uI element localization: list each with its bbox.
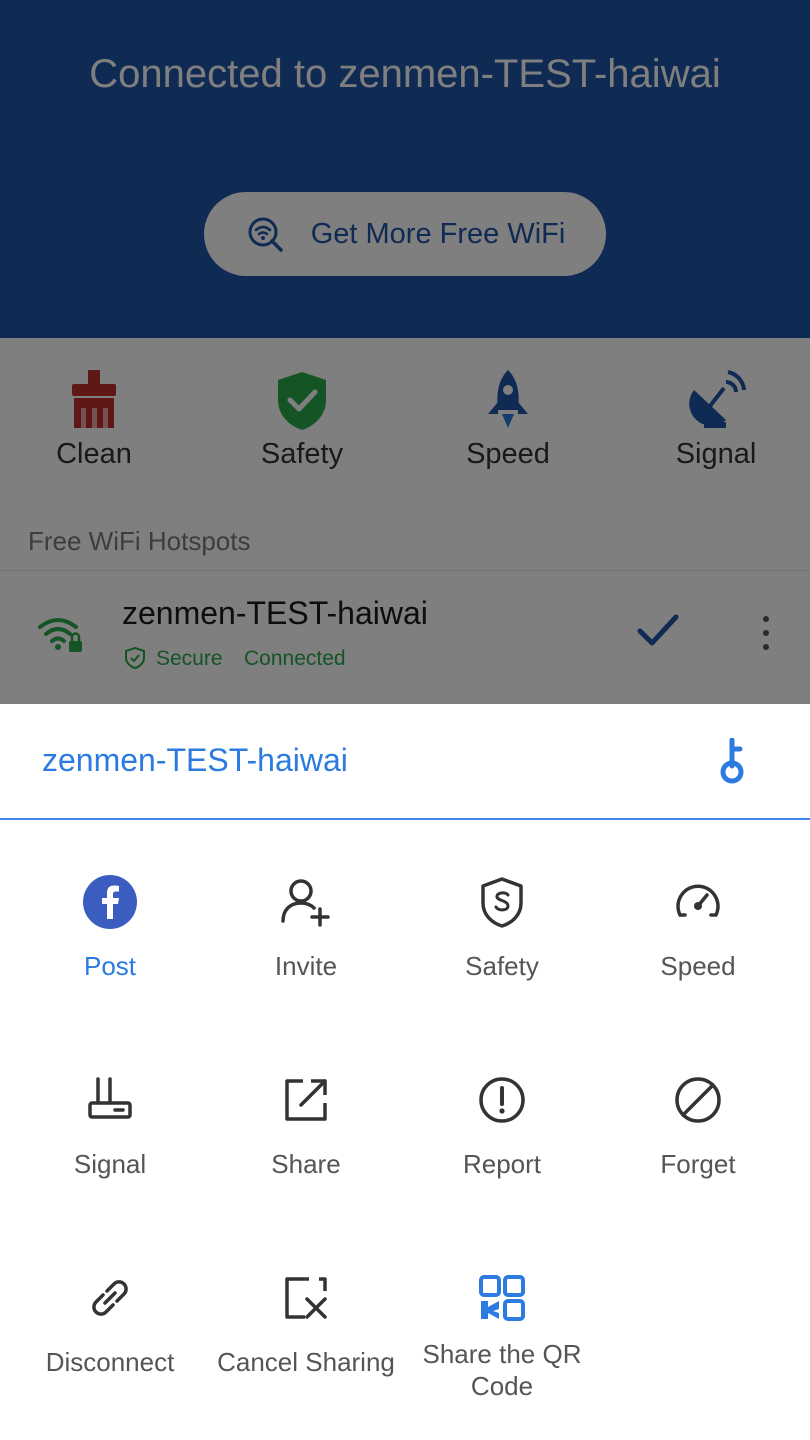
- action-disconnect-label: Disconnect: [45, 1347, 175, 1377]
- action-post[interactable]: Post: [12, 872, 208, 982]
- action-invite[interactable]: Invite: [208, 872, 404, 982]
- action-disconnect[interactable]: Disconnect: [12, 1268, 208, 1378]
- sheet-header: zenmen-TEST-haiwai: [0, 704, 810, 820]
- hotspot-actions-sheet: zenmen-TEST-haiwai Post Invite Safety Sp…: [0, 704, 810, 1440]
- exclamation-circle-icon: [479, 1077, 525, 1123]
- action-signal[interactable]: Signal: [12, 1070, 208, 1180]
- add-user-icon: [281, 879, 330, 927]
- block-icon: [675, 1077, 721, 1123]
- key-icon[interactable]: [714, 738, 750, 784]
- action-post-label: Post: [83, 951, 137, 981]
- shield-s-icon: [481, 877, 523, 928]
- action-safety-label: Safety: [465, 951, 539, 981]
- action-forget[interactable]: Forget: [600, 1070, 796, 1180]
- action-safety[interactable]: Safety: [404, 872, 600, 982]
- action-signal-label: Signal: [73, 1149, 147, 1179]
- speedometer-icon: [676, 884, 720, 917]
- action-cancel-sharing-label: Cancel Sharing: [217, 1347, 395, 1377]
- action-share-qr-code[interactable]: Share the QR Code: [404, 1268, 600, 1402]
- action-cancel-sharing[interactable]: Cancel Sharing: [208, 1268, 404, 1378]
- action-report[interactable]: Report: [404, 1070, 600, 1180]
- cancel-share-icon: [285, 1277, 327, 1319]
- share-external-icon: [285, 1079, 327, 1121]
- action-invite-label: Invite: [274, 951, 338, 981]
- qr-code-icon: [479, 1275, 525, 1321]
- action-share-qr-code-label: Share the QR Code: [422, 1339, 582, 1401]
- facebook-icon: [83, 875, 137, 929]
- action-report-label: Report: [462, 1149, 542, 1179]
- router-icon: [88, 1077, 132, 1119]
- action-speed-label: Speed: [660, 951, 736, 981]
- action-forget-label: Forget: [660, 1149, 736, 1179]
- action-speed[interactable]: Speed: [600, 872, 796, 982]
- action-share-label: Share: [271, 1149, 341, 1179]
- action-share[interactable]: Share: [208, 1070, 404, 1180]
- sheet-title: zenmen-TEST-haiwai: [42, 742, 348, 778]
- broken-link-icon: [92, 1280, 128, 1316]
- modal-backdrop[interactable]: [0, 0, 810, 704]
